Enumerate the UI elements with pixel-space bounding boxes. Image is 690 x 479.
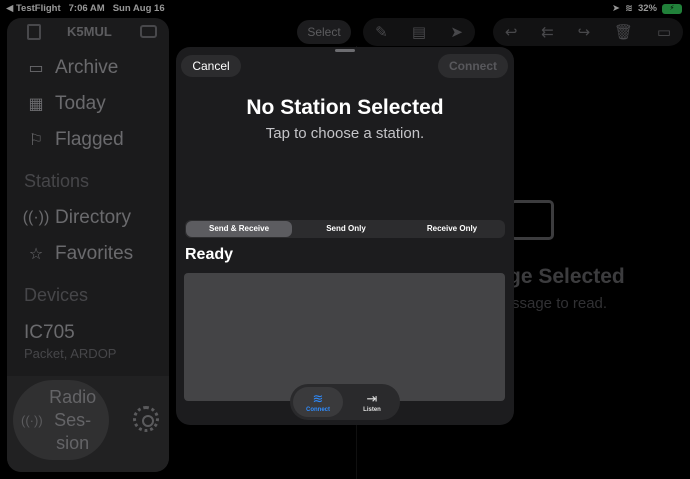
segment-receive-only[interactable]: Receive Only [399, 220, 505, 238]
station-subtitle: Tap to choose a station. [265, 125, 425, 142]
mode-switcher: ≋ Connect ⇥ Listen [290, 384, 400, 420]
connection-status: Ready [185, 246, 234, 263]
connect-button[interactable]: Connect [438, 54, 508, 78]
cancel-button[interactable]: Cancel [181, 55, 241, 77]
mode-label: Connect [306, 406, 330, 413]
station-title[interactable]: No Station Selected [176, 96, 514, 120]
wifi-icon: ≋ [312, 390, 324, 406]
segment-send-only[interactable]: Send Only [293, 220, 399, 238]
segment-send-receive[interactable]: Send & Receive [186, 221, 292, 237]
connect-sheet: Cancel Connect No Station Selected Tap t… [176, 47, 514, 425]
enter-icon: ⇥ [366, 390, 378, 406]
mode-connect-button[interactable]: ≋ Connect [293, 387, 343, 417]
transfer-mode-segmented-control: Send & Receive Send Only Receive Only [185, 220, 505, 238]
mode-label: Listen [363, 406, 381, 413]
session-log[interactable] [184, 273, 505, 401]
sheet-grabber[interactable] [335, 49, 355, 52]
mode-listen-button[interactable]: ⇥ Listen [347, 387, 397, 417]
